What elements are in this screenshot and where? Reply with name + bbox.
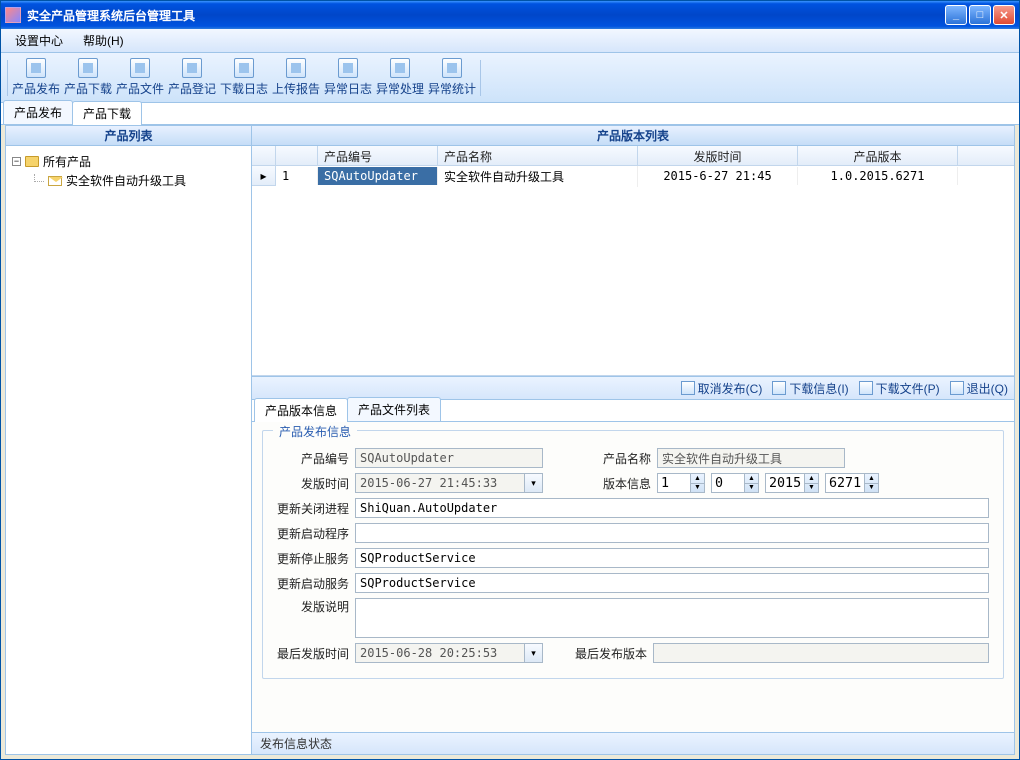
toolbar-product-publish[interactable]: 产品发布	[10, 56, 62, 100]
toolbar-exception-log[interactable]: 异常日志	[322, 56, 374, 100]
item-icon	[48, 176, 62, 186]
grid-row[interactable]: ▸ 1 SQAutoUpdater 实全软件自动升级工具 2015-6-27 2…	[252, 166, 1014, 186]
dropdown-icon[interactable]: ▾	[525, 643, 543, 663]
files-icon	[130, 58, 150, 78]
grid-title: 产品版本列表	[252, 126, 1014, 146]
log-icon	[234, 58, 254, 78]
toolbar-download-log[interactable]: 下载日志	[218, 56, 270, 100]
toolbar-exception-stats[interactable]: 异常统计	[426, 56, 478, 100]
tab-product-publish[interactable]: 产品发布	[3, 100, 73, 124]
product-tree[interactable]: − 所有产品 实全软件自动升级工具	[6, 146, 251, 754]
status-text: 发布信息状态	[260, 735, 332, 752]
statusbar: 发布信息状态	[252, 732, 1014, 754]
version-minor-stepper[interactable]: ▲▼	[711, 473, 759, 493]
stop-service-field[interactable]	[355, 548, 989, 568]
download-file-icon	[859, 381, 873, 395]
start-program-field[interactable]	[355, 523, 989, 543]
download-icon	[78, 58, 98, 78]
col-product-version[interactable]: 产品版本	[798, 146, 958, 165]
toolbar-product-download[interactable]: 产品下载	[62, 56, 114, 100]
publish-icon	[26, 58, 46, 78]
info-icon	[772, 381, 786, 395]
menubar: 设置中心 帮助(H)	[1, 29, 1019, 53]
last-publish-time-field[interactable]	[355, 643, 525, 663]
version-rev-stepper[interactable]: ▲▼	[825, 473, 879, 493]
menu-help[interactable]: 帮助(H)	[75, 30, 132, 51]
detail-tabs: 产品版本信息 产品文件列表	[252, 400, 1014, 422]
version-build-stepper[interactable]: ▲▼	[765, 473, 819, 493]
report-icon	[286, 58, 306, 78]
close-button[interactable]: ✕	[993, 5, 1015, 25]
close-process-field[interactable]	[355, 498, 989, 518]
col-product-code[interactable]: 产品编号	[318, 146, 438, 165]
toolbar: 产品发布 产品下载 产品文件 产品登记 下载日志 上传报告 异常日志 异常处理 …	[1, 53, 1019, 103]
menu-settings[interactable]: 设置中心	[7, 30, 71, 51]
publish-time-field[interactable]	[355, 473, 525, 493]
cell-product-code[interactable]: SQAutoUpdater	[318, 167, 438, 185]
collapse-icon[interactable]: −	[12, 157, 21, 166]
tree-child-label: 实全软件自动升级工具	[66, 172, 186, 189]
toolbar-upload-report[interactable]: 上传报告	[270, 56, 322, 100]
col-publish-time[interactable]: 发版时间	[638, 146, 798, 165]
titlebar: 实全产品管理系统后台管理工具 _ □ ✕	[1, 1, 1019, 29]
tree-child[interactable]: 实全软件自动升级工具	[12, 171, 245, 190]
exit-button[interactable]: 退出(Q)	[950, 380, 1008, 397]
publish-desc-field[interactable]	[355, 598, 989, 638]
product-code-field[interactable]	[355, 448, 543, 468]
row-indicator-icon: ▸	[252, 166, 276, 186]
left-pane-title: 产品列表	[6, 126, 251, 146]
toolbar-exception-handle[interactable]: 异常处理	[374, 56, 426, 100]
product-name-field[interactable]	[657, 448, 845, 468]
main-tabs: 产品发布 产品下载	[1, 103, 1019, 125]
cancel-icon	[681, 381, 695, 395]
cancel-publish-button[interactable]: 取消发布(C)	[681, 380, 763, 397]
tab-file-list[interactable]: 产品文件列表	[347, 397, 441, 421]
download-file-button[interactable]: 下载文件(P)	[859, 380, 940, 397]
start-service-field[interactable]	[355, 573, 989, 593]
col-product-name[interactable]: 产品名称	[438, 146, 638, 165]
tree-root[interactable]: − 所有产品	[12, 152, 245, 171]
publish-info-group: 产品发布信息 产品编号 产品名称 发版时间 ▾ 版本信息 ▲▼	[262, 430, 1004, 679]
toolbar-product-register[interactable]: 产品登记	[166, 56, 218, 100]
fieldset-legend: 产品发布信息	[273, 423, 357, 440]
exhandle-icon	[390, 58, 410, 78]
folder-icon	[25, 156, 39, 167]
dropdown-icon[interactable]: ▾	[525, 473, 543, 493]
register-icon	[182, 58, 202, 78]
tab-product-download[interactable]: 产品下载	[72, 101, 142, 125]
tree-root-label: 所有产品	[43, 153, 91, 170]
grid-header: 产品编号 产品名称 发版时间 产品版本	[252, 146, 1014, 166]
maximize-button[interactable]: □	[969, 5, 991, 25]
window-title: 实全产品管理系统后台管理工具	[27, 7, 945, 24]
version-major-stepper[interactable]: ▲▼	[657, 473, 705, 493]
toolbar-product-files[interactable]: 产品文件	[114, 56, 166, 100]
download-info-button[interactable]: 下载信息(I)	[772, 380, 848, 397]
exit-icon	[950, 381, 964, 395]
tab-version-info[interactable]: 产品版本信息	[254, 398, 348, 422]
minimize-button[interactable]: _	[945, 5, 967, 25]
exlog-icon	[338, 58, 358, 78]
last-version-field[interactable]	[653, 643, 989, 663]
app-icon	[5, 7, 21, 23]
exstats-icon	[442, 58, 462, 78]
